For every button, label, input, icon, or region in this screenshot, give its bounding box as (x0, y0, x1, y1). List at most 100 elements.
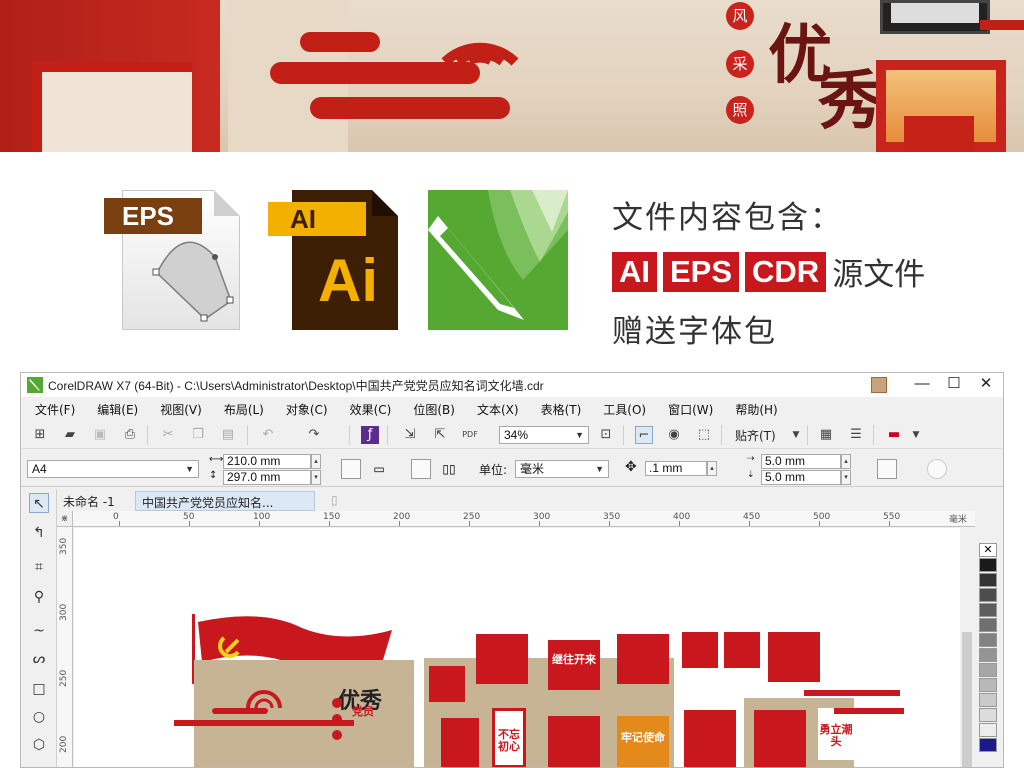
export-icon[interactable]: ⇱ (431, 426, 449, 444)
menu-file[interactable]: 文件(F) (21, 399, 83, 419)
color-swatch[interactable] (979, 588, 997, 602)
tab-active-document[interactable]: 中国共产党党员应知名... (135, 491, 315, 511)
spinner-arrows[interactable]: ▴ (311, 454, 321, 469)
zoom-level-combo[interactable]: 34% ▼ (499, 426, 589, 444)
nudge-icon: ✥ (625, 459, 637, 475)
color-swatch[interactable] (979, 663, 997, 677)
crop-tool-icon[interactable]: ⌗ (29, 557, 49, 577)
current-page-icon[interactable]: ▯▯ (439, 459, 459, 479)
save-icon[interactable]: ▣ (91, 426, 109, 444)
landscape-icon[interactable]: ▭ (369, 459, 389, 479)
color-swatch[interactable] (979, 573, 997, 587)
color-swatch[interactable] (979, 618, 997, 632)
drawing-canvas[interactable]: 优秀 党员 继往开来 不忘初心 牢记使命 勇立潮头 (74, 528, 960, 767)
banner-big-char: 秀 (818, 64, 882, 139)
duplicate-x-input[interactable]: 5.0 mm (761, 454, 841, 469)
zoom-fit-icon[interactable]: ⊡ (597, 426, 615, 444)
color-swatch[interactable] (979, 708, 997, 722)
spinner-arrows[interactable]: ▾ (311, 470, 321, 485)
snap-to-menu[interactable]: 贴齐(T) (735, 427, 776, 444)
options-icon[interactable]: ▦ (817, 426, 835, 444)
cut-icon[interactable]: ✂ (159, 426, 177, 444)
all-pages-icon[interactable] (411, 459, 431, 479)
slogan-tile: 勇立潮头 (818, 708, 854, 760)
page-width-input[interactable]: 210.0 mm (223, 454, 311, 469)
menu-object[interactable]: 对象(C) (272, 399, 336, 419)
color-swatch[interactable] (979, 693, 997, 707)
page-options-icon[interactable] (927, 459, 947, 479)
color-swatch[interactable] (979, 723, 997, 737)
rulers-icon[interactable]: ⌐ (635, 426, 653, 444)
color-swatch[interactable] (979, 738, 997, 752)
maximize-button[interactable]: ☐ (939, 373, 969, 397)
photo-tile (724, 632, 760, 668)
spinner-arrows[interactable]: ▴ (707, 461, 717, 476)
duplicate-y-input[interactable]: 5.0 mm (761, 470, 841, 485)
publish-pdf-icon[interactable]: PDF (461, 426, 479, 444)
chevron-down-icon[interactable]: ▼ (907, 426, 925, 444)
menu-help[interactable]: 帮助(H) (721, 399, 785, 419)
color-swatch[interactable] (979, 648, 997, 662)
launch-icon[interactable]: ▬ (885, 426, 903, 444)
print-icon[interactable]: ⎙ (121, 426, 139, 444)
menu-edit[interactable]: 编辑(E) (83, 399, 146, 419)
tab-untitled[interactable]: 未命名 -1 (57, 491, 121, 511)
spinner-arrows[interactable]: ▴ (841, 454, 851, 469)
nudge-distance-input[interactable]: .1 mm (645, 461, 707, 476)
color-swatch[interactable] (979, 558, 997, 572)
no-color-swatch[interactable]: ✕ (979, 543, 997, 557)
ellipse-tool-icon[interactable]: ○ (29, 707, 49, 727)
zoom-tool-icon[interactable]: ⚲ (29, 587, 49, 607)
color-swatch[interactable] (979, 603, 997, 617)
redo-icon[interactable]: ↷ (305, 426, 323, 444)
ruler-origin-icon[interactable]: ⋇ (57, 511, 73, 527)
ruler-label: 500 (813, 512, 831, 522)
application-launcher-icon[interactable]: ☰ (847, 426, 865, 444)
color-swatch[interactable] (979, 678, 997, 692)
menu-view[interactable]: 视图(V) (146, 399, 210, 419)
import-icon[interactable]: ⇲ (401, 426, 419, 444)
polygon-tool-icon[interactable]: ⬡ (29, 735, 49, 755)
full-screen-icon[interactable]: ⬚ (695, 426, 713, 444)
scrollbar-thumb[interactable] (962, 632, 972, 767)
portrait-icon[interactable] (341, 459, 361, 479)
artistic-media-icon[interactable]: ᔕ (29, 649, 49, 669)
menu-text[interactable]: 文本(X) (463, 399, 527, 419)
user-account-icon[interactable] (871, 377, 887, 393)
search-content-icon[interactable]: ƒ (361, 426, 379, 444)
coreldraw-logo-icon (27, 377, 43, 393)
freehand-tool-icon[interactable]: ~ (29, 621, 49, 641)
chevron-down-icon[interactable]: ▼ (787, 426, 805, 444)
menu-bitmaps[interactable]: 位图(B) (399, 399, 463, 419)
vertical-scrollbar[interactable] (960, 528, 974, 767)
rectangle-tool-icon[interactable]: □ (29, 679, 49, 699)
paste-icon[interactable]: ▤ (219, 426, 237, 444)
pick-tool-icon[interactable]: ↖ (29, 493, 49, 513)
new-icon[interactable]: ⊞ (31, 426, 49, 444)
units-combo[interactable]: 毫米 ▼ (515, 460, 609, 478)
color-swatch[interactable] (979, 633, 997, 647)
menu-tools[interactable]: 工具(O) (589, 399, 654, 419)
poster-disc (332, 698, 342, 708)
close-button[interactable]: ✕ (971, 373, 1001, 397)
minimize-button[interactable]: — (907, 373, 937, 397)
vertical-ruler[interactable]: 350 300 250 200 (57, 527, 73, 767)
copy-icon[interactable]: ❐ (189, 426, 207, 444)
open-icon[interactable]: ▰ (61, 426, 79, 444)
new-tab-icon[interactable]: ▯ (325, 491, 344, 511)
horizontal-ruler[interactable]: 0 50 100 150 200 250 300 350 400 450 500 550 毫米 (73, 511, 975, 527)
photo-tile (754, 710, 806, 767)
menu-effects[interactable]: 效果(C) (336, 399, 400, 419)
height-icon: ↕ (209, 470, 218, 481)
page-size-combo[interactable]: A4 ▼ (27, 460, 199, 478)
undo-icon[interactable]: ↶ (259, 426, 277, 444)
menu-window[interactable]: 窗口(W) (654, 399, 721, 419)
shape-tool-icon[interactable]: ↰ (29, 523, 49, 543)
spinner-arrows[interactable]: ▾ (841, 470, 851, 485)
page-height-input[interactable]: 297.0 mm (223, 470, 311, 485)
treat-as-filled-icon[interactable] (877, 459, 897, 479)
menu-layout[interactable]: 布局(L) (210, 399, 272, 419)
guidelines-icon[interactable]: ◉ (665, 426, 683, 444)
menu-table[interactable]: 表格(T) (527, 399, 590, 419)
format-badge-cdr: CDR (745, 251, 827, 292)
